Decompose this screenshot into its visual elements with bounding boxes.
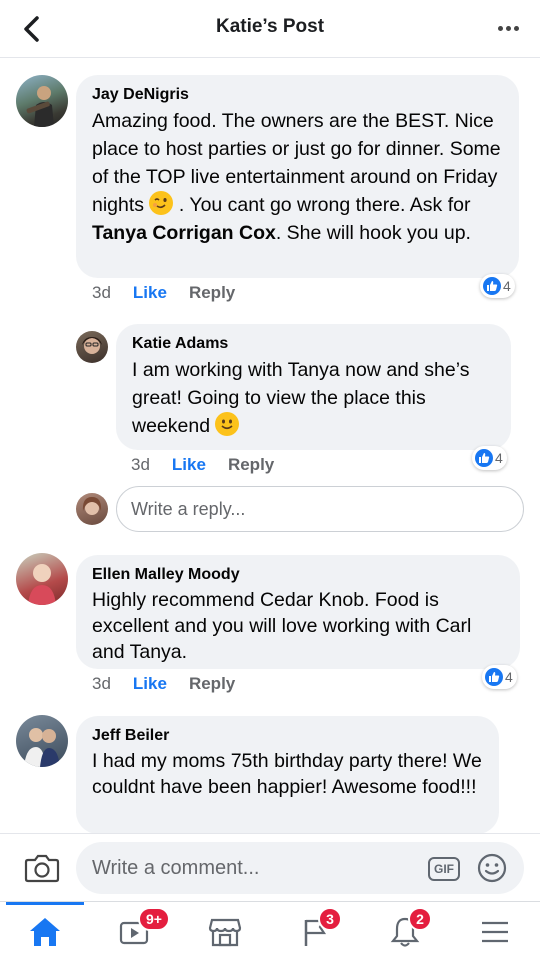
comment-author[interactable]: Ellen Malley Moody	[92, 565, 504, 585]
comment-author[interactable]: Jeff Beiler	[92, 726, 483, 746]
more-icon	[497, 25, 503, 31]
comment-bubble: Jeff Beiler I had my moms 75th birthday …	[76, 716, 499, 834]
comment-time: 3d	[131, 455, 150, 474]
avatar-jeff[interactable]	[16, 715, 68, 767]
sticker-button[interactable]	[476, 852, 508, 884]
like-button[interactable]: Like	[133, 674, 167, 694]
gif-button[interactable]: GIF	[428, 857, 460, 881]
comment-bubble: Ellen Malley Moody Highly recommend Ceda…	[76, 555, 520, 669]
comment-composer: Write a comment... GIF	[0, 833, 540, 901]
bottom-nav: 9+ 3 2	[0, 901, 540, 960]
like-button[interactable]: Like	[172, 455, 206, 475]
mentioned-user[interactable]: Tanya Corrigan Cox	[92, 222, 276, 244]
comment-actions: 3d Like Reply	[131, 455, 274, 475]
sticker-icon	[477, 853, 507, 883]
home-icon	[30, 917, 60, 946]
comment-text: Highly recommend Cedar Knob. Food is exc…	[92, 589, 472, 663]
avatar-katie[interactable]	[76, 331, 108, 363]
avatar-jay[interactable]	[16, 75, 68, 127]
comment-input[interactable]: Write a comment... GIF	[76, 842, 524, 894]
comment-time: 3d	[92, 674, 111, 693]
notifications-badge: 2	[408, 907, 432, 931]
reply-button[interactable]: Reply	[189, 674, 235, 694]
marketplace-icon	[208, 918, 242, 946]
current-user-avatar	[76, 493, 108, 525]
comment-text: Amazing food. The owners are the BEST. N…	[92, 110, 501, 244]
comment-text: I had my moms 75th birthday party there!…	[92, 750, 482, 798]
reaction-count[interactable]: 4	[472, 446, 507, 470]
more-button[interactable]	[494, 14, 522, 42]
nav-home[interactable]	[0, 902, 90, 960]
thumbs-up-icon	[483, 277, 501, 295]
comment-actions: 3d Like Reply	[92, 283, 235, 303]
reply-bubble: Katie Adams I am working with Tanya now …	[116, 324, 511, 450]
comment-actions: 3d Like Reply	[92, 674, 235, 694]
like-button[interactable]: Like	[133, 283, 167, 303]
smile-emoji-icon	[215, 412, 240, 436]
camera-button[interactable]	[24, 852, 60, 884]
comment-author[interactable]: Katie Adams	[132, 334, 495, 354]
reply-button[interactable]: Reply	[228, 455, 274, 475]
reply-input[interactable]: Write a reply...	[116, 486, 524, 532]
avatar-ellen[interactable]	[16, 553, 68, 605]
hamburger-menu-icon	[482, 921, 508, 942]
comment-time: 3d	[92, 283, 111, 302]
pages-badge: 3	[318, 907, 342, 931]
nav-menu[interactable]	[450, 902, 540, 960]
post-header: Katie’s Post	[0, 0, 540, 58]
watch-badge: 9+	[138, 907, 170, 931]
nav-marketplace[interactable]	[180, 902, 270, 960]
reaction-count[interactable]: 4	[482, 665, 517, 689]
comment-bubble: Jay DeNigris Amazing food. The owners ar…	[76, 75, 519, 278]
thumbs-up-icon	[475, 449, 493, 467]
thumbs-up-icon	[485, 668, 503, 686]
camera-icon	[24, 854, 60, 883]
nav-watch[interactable]: 9+	[90, 902, 180, 960]
wink-emoji-icon	[149, 191, 174, 215]
reaction-count[interactable]: 4	[480, 274, 515, 298]
nav-pages[interactable]: 3	[270, 902, 360, 960]
gif-icon: GIF	[434, 862, 454, 876]
reply-button[interactable]: Reply	[189, 283, 235, 303]
page-title: Katie’s Post	[215, 16, 325, 37]
nav-notifications[interactable]: 2	[360, 902, 450, 960]
comment-text: I am working with Tanya now and she’s gr…	[132, 359, 470, 437]
comment-author[interactable]: Jay DeNigris	[92, 85, 503, 105]
